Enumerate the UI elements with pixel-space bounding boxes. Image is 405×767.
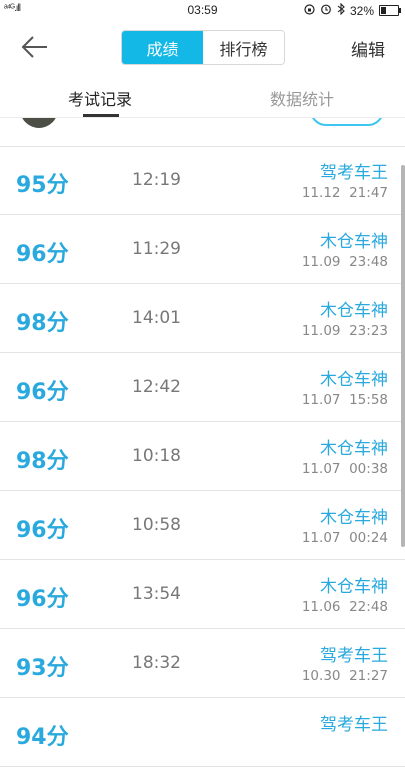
user-name: 木仓车神 (320, 232, 388, 252)
record-datetime: 11.09 23:23 (302, 323, 388, 339)
user-name: 驾考车王 (320, 163, 388, 183)
duration: 10:18 (132, 446, 181, 466)
segment-leaderboard[interactable]: 排行榜 (203, 31, 284, 64)
record-datetime (379, 737, 388, 753)
list-item[interactable]: 93分 18:32 驾考车王 10.30 21:27 (0, 629, 405, 698)
user-name: 木仓车神 (320, 370, 388, 390)
user-name: 木仓车神 (320, 508, 388, 528)
duration: 18:32 (132, 653, 181, 673)
edit-button[interactable]: 编辑 (351, 36, 385, 61)
battery-icon (379, 5, 401, 16)
duration: 13:54 (132, 584, 181, 604)
tab-statistics[interactable]: 数据统计 (270, 86, 334, 110)
record-date: 11.06 (301, 599, 341, 615)
back-arrow-icon[interactable] (20, 34, 50, 60)
list-item[interactable]: 98分 10:18 木仓车神 11.07 00:38 (0, 422, 405, 491)
list-item[interactable]: 96分 11:29 木仓车神 11.09 23:48 (0, 215, 405, 284)
status-icons: 32% (304, 2, 401, 18)
bluetooth-icon (337, 2, 345, 18)
record-date: 11.07 (301, 530, 341, 546)
tab-exam-records[interactable]: 考试记录 (68, 86, 132, 110)
scrollbar[interactable] (401, 165, 405, 547)
record-datetime: 11.07 00:24 (302, 530, 388, 546)
record-time: 00:38 (349, 461, 388, 477)
avatar (20, 118, 58, 128)
records-list: 95分 12:19 驾考车王 11.12 21:47 96分 11:29 木仓车… (0, 146, 405, 767)
score: 96分 (16, 518, 69, 543)
record-time: 21:47 (349, 185, 388, 201)
record-date: 11.09 (301, 254, 341, 270)
record-date: 10.30 (301, 668, 341, 684)
record-date: 11.07 (301, 392, 341, 408)
record-datetime: 11.12 21:47 (302, 185, 388, 201)
record-time: 22:48 (349, 599, 388, 615)
record-time: 23:48 (349, 254, 388, 270)
score: 94分 (16, 725, 69, 750)
score: 98分 (16, 311, 69, 336)
record-date: 11.12 (301, 185, 341, 201)
record-time: 21:27 (349, 668, 388, 684)
record-date: 11.09 (301, 323, 341, 339)
list-item[interactable]: 94分 驾考车王 (0, 698, 405, 767)
score: 95分 (16, 173, 69, 198)
tab-bar: 考试记录 数据统计 (0, 72, 405, 118)
score: 93分 (16, 656, 69, 681)
battery-percent: 32% (349, 3, 374, 18)
user-name: 木仓车神 (320, 577, 388, 597)
user-name: 木仓车神 (320, 439, 388, 459)
user-name: 驾考车王 (320, 715, 388, 735)
segment-scores[interactable]: 成绩 (122, 31, 203, 64)
lock-rotation-icon (304, 3, 315, 18)
record-date: 11.07 (301, 461, 341, 477)
scrolled-header-remnant (0, 118, 405, 147)
record-time: 00:24 (349, 530, 388, 546)
top-bar: 成绩 排行榜 编辑 (0, 22, 405, 72)
list-item[interactable]: 96分 12:42 木仓车神 11.07 15:58 (0, 353, 405, 422)
user-name: 木仓车神 (320, 301, 388, 321)
duration: 14:01 (132, 308, 181, 328)
record-datetime: 11.09 23:48 (302, 254, 388, 270)
list-item[interactable]: 95分 12:19 驾考车王 11.12 21:47 (0, 146, 405, 215)
score: 96分 (16, 587, 69, 612)
duration: 10:58 (132, 515, 181, 535)
battery-fill (381, 7, 387, 14)
action-button[interactable] (310, 118, 384, 126)
record-time: 23:23 (349, 323, 388, 339)
score: 96分 (16, 242, 69, 267)
record-datetime: 10.30 21:27 (302, 668, 388, 684)
segment-control: 成绩 排行榜 (121, 30, 285, 65)
list-item[interactable]: 98分 14:01 木仓车神 11.09 23:23 (0, 284, 405, 353)
user-name: 驾考车王 (320, 646, 388, 666)
alarm-icon (320, 3, 332, 18)
record-datetime: 11.07 00:38 (302, 461, 388, 477)
record-time: 15:58 (349, 392, 388, 408)
duration: 12:42 (132, 377, 181, 397)
score: 98分 (16, 449, 69, 474)
score: 96分 (16, 380, 69, 405)
status-bar: ᵃ⁴ᴳ.ıll 03:59 32% (0, 0, 405, 22)
duration: 11:29 (132, 239, 181, 259)
record-datetime: 11.07 15:58 (302, 392, 388, 408)
list-item[interactable]: 96分 10:58 木仓车神 11.07 00:24 (0, 491, 405, 560)
list-item[interactable]: 96分 13:54 木仓车神 11.06 22:48 (0, 560, 405, 629)
duration: 12:19 (132, 170, 181, 190)
record-datetime: 11.06 22:48 (302, 599, 388, 615)
